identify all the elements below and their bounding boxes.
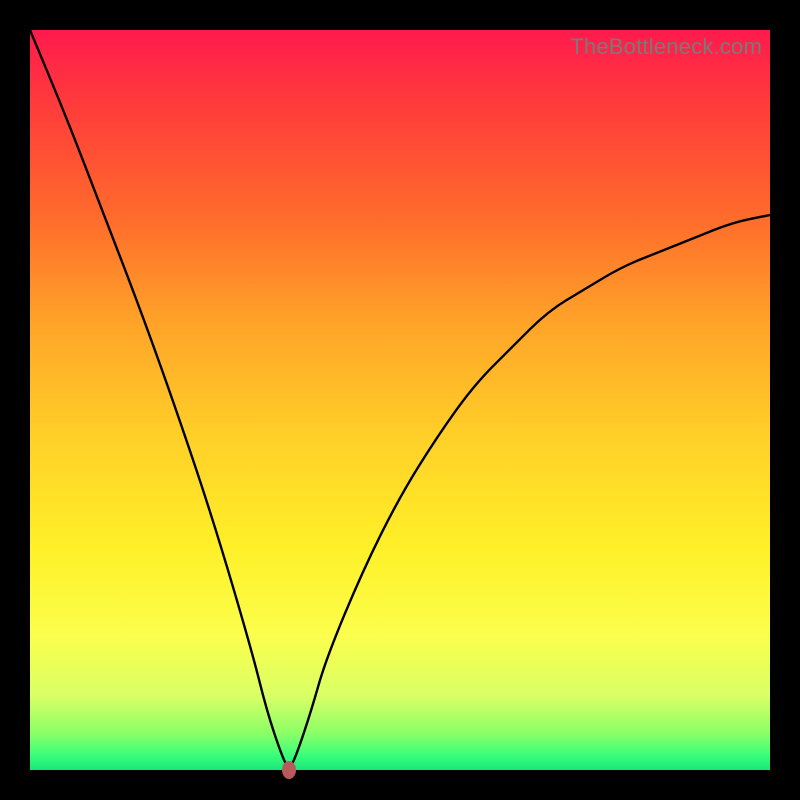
minimum-marker [282,761,296,779]
plot-area: TheBottleneck.com [30,30,770,770]
chart-frame: TheBottleneck.com [0,0,800,800]
bottleneck-curve [30,30,770,770]
curve-path [30,30,770,766]
